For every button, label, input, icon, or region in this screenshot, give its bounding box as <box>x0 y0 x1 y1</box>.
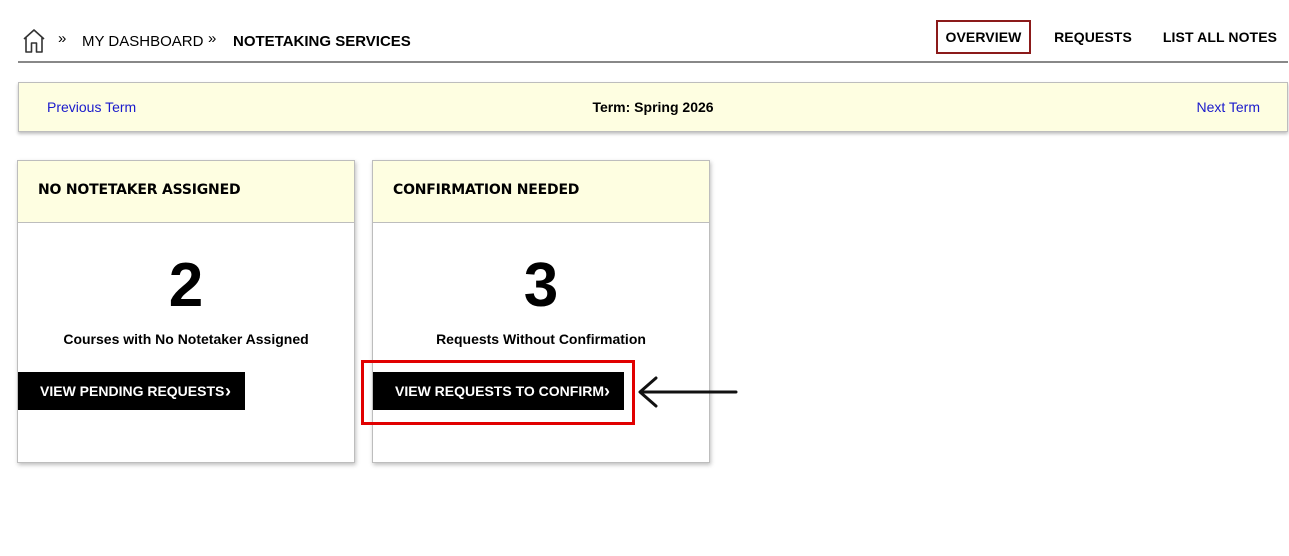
no-notetaker-assigned-card: NO NOTETAKER ASSIGNED 2 Courses with No … <box>17 160 355 463</box>
breadcrumb-notetaking-services: Notetaking Services <box>233 33 411 50</box>
card-count: 2 <box>168 251 204 320</box>
top-navigation-bar: » My Dashboard » Notetaking Services OVE… <box>18 18 1288 63</box>
button-label: VIEW PENDING REQUESTS <box>40 383 225 399</box>
tab-list-all-notes[interactable]: LIST ALL NOTES <box>1160 22 1280 52</box>
term-selector-bar: Previous Term Term: Spring 2026 Next Ter… <box>18 82 1288 132</box>
card-label: Courses with No Notetaker Assigned <box>63 331 309 347</box>
next-term-link[interactable]: Next Term <box>1196 99 1260 115</box>
double-chevron-right-icon: » <box>208 30 217 47</box>
breadcrumb-my-dashboard[interactable]: My Dashboard <box>82 33 203 50</box>
chevron-right-icon: › <box>225 381 231 401</box>
term-title: Term: Spring 2026 <box>592 99 714 115</box>
highlight-annotation-box <box>361 360 635 425</box>
arrow-left-icon <box>638 376 738 408</box>
card-header: CONFIRMATION NEEDED <box>373 161 709 223</box>
tab-overview[interactable]: OVERVIEW <box>936 20 1031 54</box>
card-count: 3 <box>523 251 559 320</box>
card-header: NO NOTETAKER ASSIGNED <box>18 161 354 223</box>
view-pending-requests-button[interactable]: VIEW PENDING REQUESTS › <box>18 372 245 410</box>
tab-requests[interactable]: REQUESTS <box>1048 22 1138 52</box>
double-chevron-right-icon: » <box>58 30 67 47</box>
home-icon[interactable] <box>22 28 46 54</box>
card-label: Requests Without Confirmation <box>436 331 646 347</box>
